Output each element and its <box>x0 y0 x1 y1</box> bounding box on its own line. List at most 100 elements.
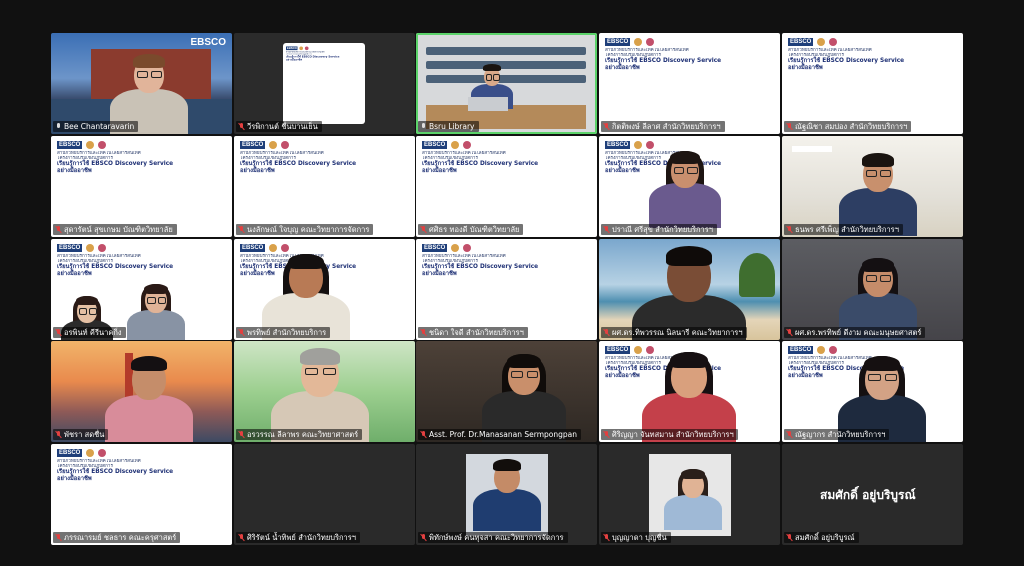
anniversary-logo-icon <box>98 140 107 149</box>
muted-mic-icon <box>603 430 610 439</box>
participant-name: สุดารัตน์ สุขเกษม บัณฑิตวิทยาลัย <box>64 225 173 234</box>
muted-mic-icon <box>786 122 793 131</box>
participant-tile[interactable]: EBSCO สำนักวิทยบริการและเทคโนโลยีสารสนเทศ… <box>234 239 415 340</box>
participant-tile[interactable]: EBSCO สำนักวิทยบริการและเทคโนโลยีสารสนเทศ… <box>416 136 597 237</box>
participant-name-label: พัชรา สดชื่น <box>53 429 109 440</box>
ebsco-watermark: EBSCO <box>190 37 226 48</box>
anniversary-logo-icon <box>281 140 290 149</box>
slide-subtitle: อย่างมืออาชีพ <box>57 271 92 277</box>
participant-tile[interactable]: EBSCO สำนักวิทยบริการและเทคโนโลยีสารสนเทศ… <box>234 33 415 134</box>
participant-tile[interactable]: EBSCO สำนักวิทยบริการและเทคโนโลยีสารสนเทศ… <box>51 444 232 545</box>
participant-name: Bsru Library <box>429 122 475 131</box>
participant-name: สมศักดิ์ อยู่บริบูรณ์ <box>795 533 855 542</box>
university-logo-icon <box>817 37 826 46</box>
muted-mic-icon <box>238 533 245 542</box>
participant-tile[interactable]: EBSCO สำนักวิทยบริการและเทคโนโลยีสารสนเทศ… <box>51 136 232 237</box>
participant-name-label: อรวรรณ ลีลาพร คณะวิทยาศาสตร์ <box>236 429 363 440</box>
participant-name: ศศิธร ทองดี บัณฑิตวิทยาลัย <box>429 225 520 234</box>
slide-logos: EBSCO <box>422 243 592 252</box>
ebsco-logo: EBSCO <box>605 345 631 354</box>
ebsco-logo: EBSCO <box>57 448 83 457</box>
slide-logos: EBSCO <box>788 37 958 46</box>
participant-tile[interactable]: Bsru Library <box>416 33 597 134</box>
palm-tree <box>739 253 775 297</box>
participant-tile[interactable]: EBSCO สำนักวิทยบริการและเทคโนโลยีสารสนเทศ… <box>782 341 963 442</box>
anniversary-logo-icon <box>829 345 838 354</box>
shared-slide: EBSCO สำนักวิทยบริการและเทคโนโลยีสารสนเทศ… <box>422 140 592 175</box>
slide-title: เรียนรู้การใช้ EBSCO Discovery Service <box>422 161 539 167</box>
slide-title: เรียนรู้การใช้ EBSCO Discovery Service <box>57 469 174 475</box>
participant-tile[interactable]: EBSCO สำนักวิทยบริการและเทคโนโลยีสารสนเทศ… <box>599 341 780 442</box>
participant-tile[interactable]: EBSCO สำนักวิทยบริการและเทคโนโลยีสารสนเทศ… <box>51 239 232 340</box>
participant-tile[interactable]: ธนพร ศรีเพ็ญ สำนักวิทยบริการฯ <box>782 136 963 237</box>
participant-name-label: พิทักษ์พงษ์ คนทุจสา คณะวิทยาการจัดการ <box>418 532 568 543</box>
participant-name-label: ณัฐญากร สำนักวิทยบริการฯ <box>784 429 890 440</box>
slide-subtitle: อย่างมืออาชีพ <box>286 58 302 62</box>
muted-mic-icon <box>55 328 62 337</box>
participant-placeholder-name: สมศักดิ์ อยู่บริบูรณ์ <box>820 488 916 502</box>
participant-name-label: ศิริรัตน์ น้ำทิพย์ สำนักวิทยบริการฯ <box>236 532 360 543</box>
chair-row <box>426 47 586 55</box>
slide-title: เรียนรู้การใช้ EBSCO Discovery Service <box>57 264 174 270</box>
ebsco-logo: EBSCO <box>605 140 631 149</box>
profile-photo <box>466 454 548 536</box>
shared-slide: EBSCO สำนักวิทยบริการและเทคโนโลยีสารสนเทศ… <box>788 37 958 72</box>
participant-name-label: Asst. Prof. Dr.Manasanan Sermpongpan <box>418 429 581 440</box>
slide-subtitle: อย่างมืออาชีพ <box>422 168 457 174</box>
university-logo-icon <box>269 243 278 252</box>
participant-tile[interactable]: ผศ.ดร.ทิพวรรณ นิลนารี คณะวิทยาการฯ <box>599 239 780 340</box>
participant-name: กิตติพงษ์ ลีลาศ สำนักวิทยบริการฯ <box>612 122 721 131</box>
ebsco-logo: EBSCO <box>286 46 298 50</box>
slide-logos: EBSCO <box>286 46 364 50</box>
muted-mic-icon <box>420 430 427 439</box>
slide-logos: EBSCO <box>422 140 592 149</box>
muted-mic-icon <box>55 533 62 542</box>
participant-tile[interactable]: พัชรา สดชื่น <box>51 341 232 442</box>
participant-name: พัชรา สดชื่น <box>64 430 105 439</box>
ebsco-logo: EBSCO <box>57 243 83 252</box>
participant-tile[interactable]: อรวรรณ ลีลาพร คณะวิทยาศาสตร์ <box>234 341 415 442</box>
participant-name-label: Bee Chantaravarin <box>53 121 139 132</box>
mic-icon <box>421 123 426 130</box>
participant-name: วีรพิกานต์ ชื่นบานเย็น <box>247 122 318 131</box>
participant-tile[interactable]: EBSCO สำนักวิทยบริการและเทคโนโลยีสารสนเทศ… <box>599 33 780 134</box>
university-logo-icon <box>634 37 643 46</box>
participant-name-label: พรทิพย์ สำนักวิทยบริการ <box>236 327 331 338</box>
anniversary-logo-icon <box>646 37 655 46</box>
laptop <box>468 97 508 111</box>
participant-name-label: สุดารัตน์ สุขเกษม บัณฑิตวิทยาลัย <box>53 224 177 235</box>
slide-subtitle: อย่างมืออาชีพ <box>240 168 275 174</box>
chair-row <box>426 75 586 83</box>
participant-tile[interactable]: สมศักดิ์ อยู่บริบูรณ์สมศักดิ์ อยู่บริบูร… <box>782 444 963 545</box>
slide-title: เรียนรู้การใช้ EBSCO Discovery Service <box>422 264 539 270</box>
participant-name: นงลักษณ์ ใจบุญ คณะวิทยาการจัดการ <box>247 225 370 234</box>
participant-tile[interactable]: บุญญาดา บุญชื่น <box>599 444 780 545</box>
participant-tile[interactable]: EBSCO สำนักวิทยบริการและเทคโนโลยีสารสนเทศ… <box>234 136 415 237</box>
muted-mic-icon <box>603 328 610 337</box>
participant-name-label: สมศักดิ์ อยู่บริบูรณ์ <box>784 532 859 543</box>
ebsco-logo: EBSCO <box>788 345 814 354</box>
participant-name: ผศ.ดร.ทิพวรรณ นิลนารี คณะวิทยาการฯ <box>612 328 743 337</box>
participant-name: ปราณี ศรีสุข สำนักวิทยบริการฯ <box>612 225 714 234</box>
participant-tile[interactable]: EBSCO สำนักวิทยบริการและเทคโนโลยีสารสนเทศ… <box>416 239 597 340</box>
participant-tile[interactable]: ผศ.ดร.พรทิพย์ ดีงาม คณะมนุษยศาสตร์ <box>782 239 963 340</box>
participant-name: ศิริญญา จันทสมาน สำนักวิทยบริการฯ <box>612 430 734 439</box>
participant-tile[interactable]: EBSCO Bee Chantaravarin <box>51 33 232 134</box>
participant-name-label: กิตติพงษ์ ลีลาศ สำนักวิทยบริการฯ <box>601 121 725 132</box>
university-logo-icon <box>451 243 460 252</box>
participant-tile[interactable]: ศิริรัตน์ น้ำทิพย์ สำนักวิทยบริการฯ <box>234 444 415 545</box>
participant-tile[interactable]: EBSCO สำนักวิทยบริการและเทคโนโลยีสารสนเทศ… <box>599 136 780 237</box>
participant-tile[interactable]: EBSCO สำนักวิทยบริการและเทคโนโลยีสารสนเทศ… <box>782 33 963 134</box>
video-grid: EBSCO Bee Chantaravarin EBSCO สำนักวิทยบริก… <box>51 33 963 546</box>
ebsco-logo: EBSCO <box>422 140 448 149</box>
muted-mic-icon <box>55 225 62 234</box>
muted-mic-icon <box>603 122 610 131</box>
participant-tile[interactable]: พิทักษ์พงษ์ คนทุจสา คณะวิทยาการจัดการ <box>416 444 597 545</box>
slide-subtitle: อย่างมืออาชีพ <box>57 476 92 482</box>
slide-title: เรียนรู้การใช้ EBSCO Discovery Service <box>57 161 174 167</box>
slide-title: เรียนรู้การใช้ EBSCO Discovery Service <box>605 58 722 64</box>
participant-tile[interactable]: Asst. Prof. Dr.Manasanan Sermpongpan <box>416 341 597 442</box>
participant-name: Asst. Prof. Dr.Manasanan Sermpongpan <box>429 430 577 439</box>
participant-name: ศิริรัตน์ น้ำทิพย์ สำนักวิทยบริการฯ <box>247 533 356 542</box>
participant-name: ภรรณารมย์ ชลธาร คณะครุศาสตร์ <box>64 533 177 542</box>
